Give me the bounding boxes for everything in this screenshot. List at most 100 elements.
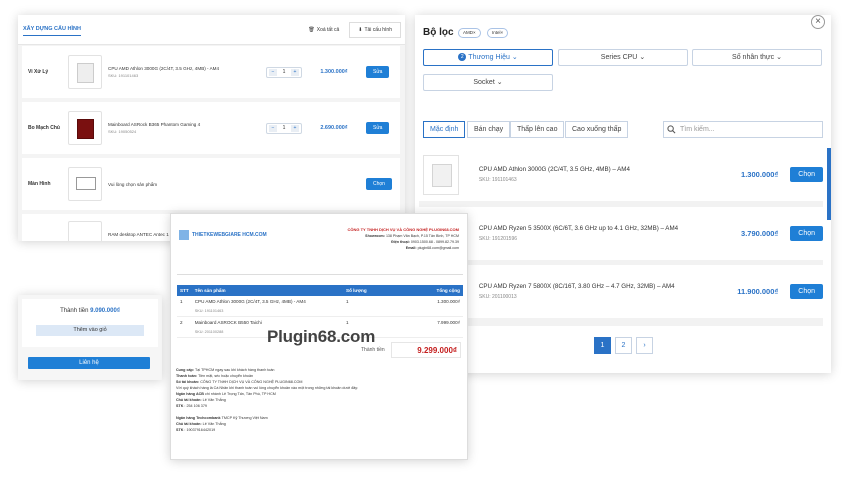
- column-header: Số lượng: [343, 285, 403, 296]
- note-label: Cung cấp:: [176, 368, 195, 372]
- chevron-down-icon: ⌄: [511, 54, 518, 61]
- brand-dropdown[interactable]: 2 Thương Hiệu ⌄: [423, 49, 553, 66]
- item-name: CPU AMD Athlon 3000G (2C/4T, 3.5 GHz, 4M…: [194, 299, 306, 304]
- note-label: Số tài khoản:: [176, 380, 200, 384]
- invoice-panel: THIETKEWEBGIARE HCM.COM CÔNG TY TNHH DỊC…: [170, 213, 468, 460]
- product-thumbnail: [68, 221, 102, 241]
- download-config-button[interactable]: ⬇ Tải cấu hình: [349, 21, 401, 38]
- row-category: Màn Hình: [28, 181, 51, 187]
- plus-button[interactable]: +: [291, 124, 299, 132]
- product-price: 11.900.000₫: [737, 287, 779, 296]
- row-price: 2.690.000₫: [320, 125, 348, 131]
- series-dropdown[interactable]: Series CPU ⌄: [558, 49, 688, 66]
- cores-dropdown[interactable]: Số nhân thực ⌄: [692, 49, 822, 66]
- phone-label: Điện thoại:: [391, 240, 410, 244]
- search-input[interactable]: Tìm kiếm...: [663, 121, 823, 138]
- quantity-value[interactable]: 1: [283, 69, 286, 75]
- note-text: Với quý khách hàng là Cá Nhân khi thanh …: [176, 386, 359, 390]
- item-total: 7.999.000₫: [403, 316, 463, 338]
- column-header: Tên sản phẩm: [191, 285, 343, 296]
- showroom-label: Showroom:: [365, 234, 385, 238]
- row-stt: 1: [177, 296, 192, 317]
- edit-button[interactable]: Sửa: [366, 122, 390, 134]
- list-scrollbar[interactable]: [827, 148, 831, 220]
- note-label: STK: [176, 428, 184, 432]
- note-text: Lê Văn Thắng: [202, 422, 226, 426]
- product-row: CPU AMD Athlon 3000G (2C/4T, 3.5 GHz, 4M…: [419, 148, 823, 201]
- note-text: CÔNG TY TNHH DỊCH VỤ VÀ CÔNG NGHỆ PLUGIN…: [200, 380, 303, 384]
- choose-button[interactable]: Chọn: [366, 178, 392, 190]
- page-2-button[interactable]: 2: [615, 337, 632, 354]
- product-name[interactable]: CPU AMD Athlon 3000G (2C/4T, 3.5 GHz, 4M…: [108, 66, 258, 71]
- chevron-down-icon: ⌄: [496, 79, 503, 86]
- choose-button[interactable]: Chọn: [790, 167, 823, 182]
- pc-builder-panel: XÂY DỰNG CẤU HÌNH 🗑 Xoá tất cả ⬇ Tải cấu…: [18, 15, 405, 241]
- email: plugin68.com@gmail.com: [417, 246, 459, 250]
- filter-modal: × Bộ lọc AMD× Intel× 2 Thương Hiệu ⌄ Seri…: [415, 15, 831, 373]
- product-sku: SKU: 191201596: [478, 236, 518, 242]
- filter-title: Bộ lọc: [423, 27, 454, 38]
- watermark: Plugin68.com: [267, 327, 376, 346]
- filter-count-badge: 2: [458, 53, 467, 61]
- sort-low-high[interactable]: Thấp lên cao: [510, 121, 565, 138]
- row-category: Vi Xử Lý: [28, 69, 49, 75]
- dropdown-label: Series CPU: [600, 54, 638, 61]
- chip-intel[interactable]: Intel×: [487, 28, 509, 38]
- note-text: Lê Văn Thắng: [202, 398, 226, 402]
- minus-button[interactable]: −: [269, 124, 277, 132]
- quantity-value[interactable]: 1: [283, 125, 286, 131]
- plus-button[interactable]: +: [291, 68, 299, 76]
- sort-bestseller[interactable]: Bán chạy: [467, 121, 511, 138]
- sort-default[interactable]: Mặc định: [423, 121, 466, 138]
- chevron-down-icon: ⌄: [776, 54, 782, 61]
- builder-row-cpu: Vi Xử Lý CPU AMD Athlon 3000G (2C/4T, 3.…: [22, 46, 400, 98]
- product-row: CPU AMD Ryzen 7 5800X (8C/16T, 3.80 GHz …: [419, 265, 823, 318]
- next-page-button[interactable]: ›: [636, 337, 653, 354]
- close-icon[interactable]: ×: [501, 30, 504, 35]
- quantity-stepper[interactable]: − 1 +: [266, 66, 302, 78]
- edit-button[interactable]: Sửa: [366, 66, 390, 78]
- choose-button[interactable]: Chọn: [790, 226, 823, 241]
- product-price: 1.300.000₫: [741, 170, 779, 179]
- chip-amd[interactable]: AMD×: [458, 28, 481, 38]
- item-total: 1.300.000₫: [403, 296, 463, 317]
- quantity-stepper[interactable]: − 1 +: [266, 122, 302, 134]
- contact-button[interactable]: Liên hệ: [28, 357, 150, 369]
- row-category: Bo Mạch Chủ: [28, 125, 60, 131]
- product-sku: SKU: 191101463: [108, 73, 139, 78]
- product-thumbnail: [68, 111, 102, 145]
- total-box: Thành tiền 9.090.000₫ Thêm vào giỏ: [22, 299, 158, 347]
- chip-label: AMD: [463, 30, 473, 35]
- dropdown-label: Socket: [473, 79, 495, 86]
- email-label: Email:: [405, 246, 417, 250]
- note-text: : 254 106 379: [184, 404, 207, 408]
- total-panel: Thành tiền 9.090.000₫ Thêm vào giỏ Liên …: [18, 295, 162, 380]
- choose-button[interactable]: Chọn: [790, 284, 823, 299]
- close-icon[interactable]: ×: [811, 15, 825, 29]
- logo-icon: [179, 230, 189, 240]
- close-icon[interactable]: ×: [473, 30, 476, 35]
- item-sku: SKU: 191101463: [194, 309, 224, 313]
- clear-all-button[interactable]: 🗑 Xoá tất cả: [308, 27, 339, 33]
- sort-high-low[interactable]: Cao xuống thấp: [565, 121, 629, 138]
- item-name: Mainboard ASROCK B550 Taichi: [194, 320, 262, 325]
- add-to-cart-button[interactable]: Thêm vào giỏ: [36, 325, 144, 336]
- showroom: 138 Phạm Văn Bạch, P.15 Tân Bình, TP HCM: [385, 234, 459, 238]
- page-1-button[interactable]: 1: [594, 337, 611, 354]
- row-stt: 2: [177, 316, 192, 338]
- download-icon: ⬇: [358, 26, 363, 33]
- product-name: CPU AMD Ryzen 5 3500X (6C/6T, 3.6 GHz up…: [478, 225, 679, 232]
- divider: [177, 274, 463, 275]
- minus-button[interactable]: −: [269, 68, 277, 76]
- note-text: chi nhánh Lê Trọng Tấn, Tân Phú, TP HCM: [204, 392, 276, 396]
- product-thumbnail: [423, 154, 459, 195]
- column-header: STT: [177, 285, 192, 296]
- invoice-logo: THIETKEWEBGIARE HCM.COM: [179, 230, 267, 240]
- socket-dropdown[interactable]: Socket ⌄: [423, 74, 553, 91]
- builder-tab[interactable]: XÂY DỰNG CẤU HÌNH: [23, 23, 81, 36]
- product-sku: SKU: 19050524: [108, 129, 137, 134]
- product-name[interactable]: Mainboard ASRock B365 Phantom Gaming 4: [108, 122, 258, 127]
- product-row: CPU AMD Ryzen 5 3500X (6C/6T, 3.6 GHz up…: [419, 207, 823, 260]
- note-text: : 19037916442019: [184, 428, 216, 432]
- total-value: 9.090.000₫: [90, 308, 120, 314]
